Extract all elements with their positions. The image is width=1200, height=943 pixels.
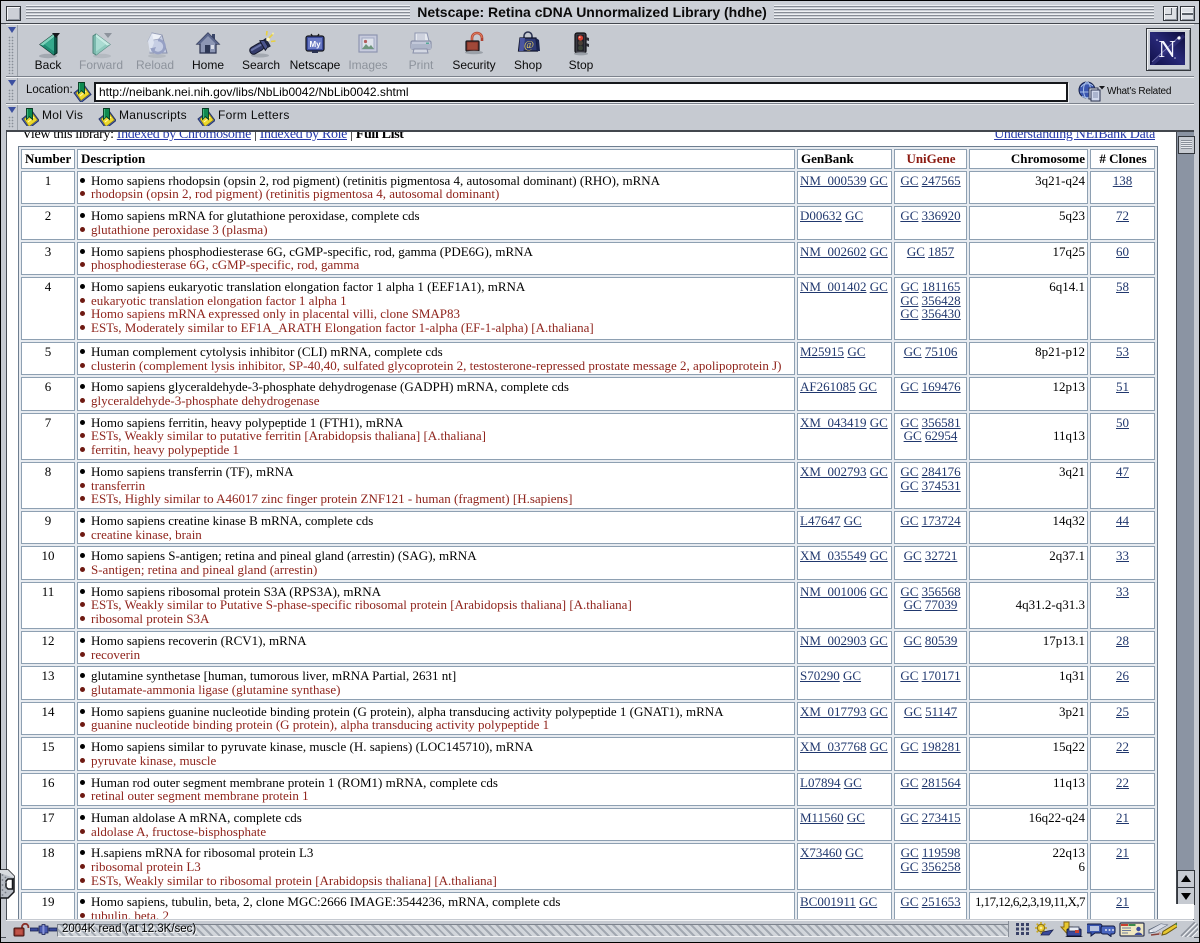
svg-text:@: @: [524, 39, 534, 51]
svg-text:N: N: [1158, 37, 1175, 63]
svg-text:My: My: [309, 40, 321, 49]
